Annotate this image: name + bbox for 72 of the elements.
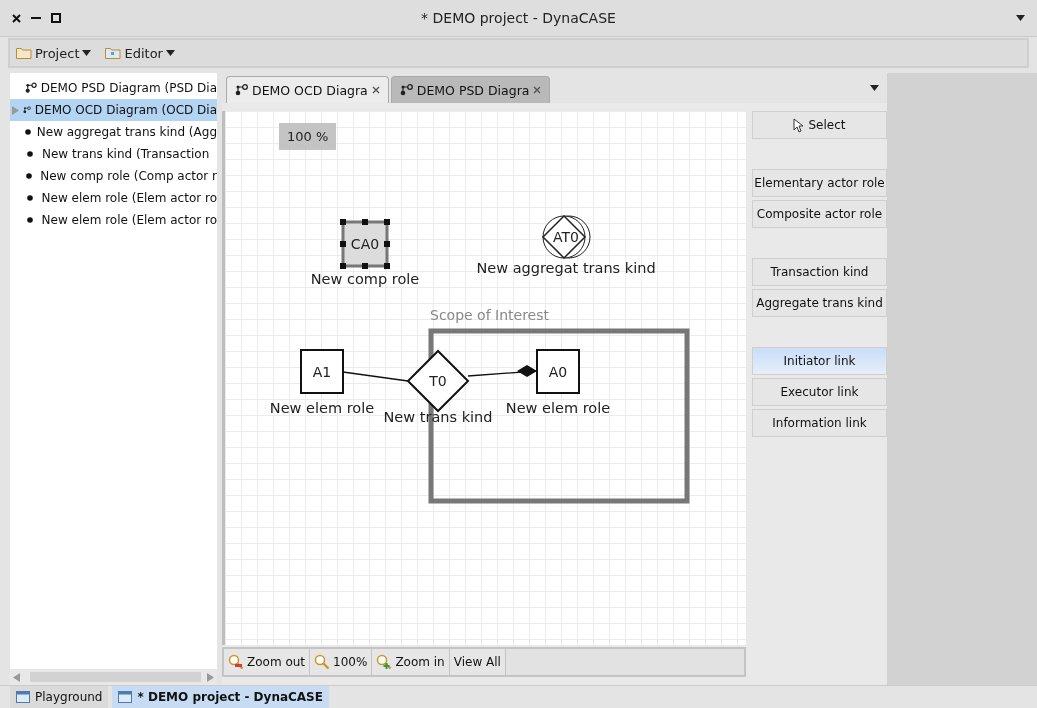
node-code: AT0	[553, 229, 579, 245]
taskbar-item[interactable]: Playground	[10, 686, 109, 708]
caret-icon	[165, 50, 175, 56]
node-code: CA0	[350, 236, 380, 252]
initiator-link[interactable]	[342, 371, 409, 382]
tree-item-label: New trans kind (Transaction	[42, 147, 210, 161]
cursor-icon	[793, 117, 805, 133]
palette-button[interactable]: Aggregate trans kind	[752, 289, 887, 317]
close-icon[interactable]	[12, 13, 21, 23]
diagram-icon	[235, 84, 248, 96]
caret-icon[interactable]	[1016, 15, 1025, 21]
node-code: T0	[429, 373, 447, 389]
aggregate-transaction-node[interactable]	[541, 214, 591, 260]
tree-item[interactable]: New elem role (Elem actor ro	[10, 187, 217, 209]
taskbar-item[interactable]: * DEMO project - DynaCASE	[112, 686, 329, 708]
window-title: * DEMO project - DynaCASE	[420, 10, 617, 26]
zoom-button[interactable]: Zoom in	[372, 649, 450, 675]
tree-item-label: DEMO PSD Diagram (PSD Dia	[40, 81, 217, 95]
tree-item-label: New elem role (Elem actor ro	[41, 191, 217, 205]
tree-item[interactable]: DEMO OCD Diagram (OCD Dia	[10, 99, 217, 121]
magnifier-icon	[314, 654, 331, 670]
close-icon[interactable]	[371, 86, 380, 94]
tree-item[interactable]: DEMO PSD Diagram (PSD Dia	[10, 77, 217, 99]
palette-button[interactable]: Information link	[752, 409, 887, 437]
palette-button[interactable]: Select	[752, 111, 887, 139]
node-name: New elem role	[505, 400, 611, 416]
actor-role-node[interactable]	[536, 349, 580, 394]
node-name: New comp role	[310, 271, 420, 287]
node-name: New elem role	[269, 400, 375, 416]
zoom-out-icon	[228, 654, 244, 670]
composite-role-node[interactable]	[340, 219, 390, 269]
tree-item-label: New aggregat trans kind (Agg	[36, 125, 217, 139]
tree-item[interactable]: New elem role (Elem actor ro	[10, 209, 217, 231]
diagram-icon	[23, 104, 31, 116]
minimize-icon[interactable]	[31, 16, 41, 20]
zoom-in-icon	[376, 654, 393, 670]
editor-tab[interactable]: DEMO OCD Diagra	[226, 76, 389, 103]
tree-item-label: New comp role (Comp actor r	[40, 169, 217, 183]
executor-link[interactable]	[467, 365, 538, 377]
zoom-level-label: 100 %	[279, 123, 337, 150]
node-code: A1	[312, 364, 332, 380]
palette-button[interactable]: Composite actor role	[752, 200, 887, 228]
diagram-icon	[399, 84, 413, 96]
menu-button[interactable]: Editor	[105, 45, 175, 61]
diagram-icon	[25, 82, 37, 94]
palette-button[interactable]: Transaction kind	[752, 258, 887, 286]
tree-item-label: DEMO OCD Diagram (OCD Dia	[34, 103, 217, 117]
maximize-icon[interactable]	[51, 13, 61, 23]
window-icon	[16, 691, 30, 703]
node-name: New aggregat trans kind	[476, 260, 656, 276]
window-icon	[118, 691, 133, 703]
tree-item[interactable]: New trans kind (Transaction	[10, 143, 217, 165]
zoom-button[interactable]: Zoom out	[224, 649, 311, 675]
caret-icon[interactable]	[870, 85, 879, 91]
zoom-button[interactable]: 100%	[310, 649, 373, 675]
tree-item-label: New elem role (Elem actor ro	[41, 213, 217, 227]
menu-button[interactable]: Project	[16, 45, 92, 61]
transaction-node[interactable]	[406, 349, 470, 413]
editor-tab[interactable]: DEMO PSD Diagra	[390, 76, 551, 103]
palette-button[interactable]: Executor link	[752, 378, 887, 406]
tree-item[interactable]: New aggregat trans kind (Agg	[10, 121, 217, 143]
bullet-icon	[23, 129, 33, 135]
caret-icon	[82, 50, 92, 56]
node-code: A0	[548, 364, 568, 380]
folder-icon	[16, 47, 32, 59]
actor-role-node[interactable]	[300, 349, 344, 394]
scope-label: Scope of Interest	[430, 307, 549, 323]
tree-item[interactable]: New comp role (Comp actor r	[10, 165, 217, 187]
folder-icon	[105, 47, 122, 59]
palette-button[interactable]: Initiator link	[752, 347, 887, 375]
palette-button[interactable]: Elementary actor role	[752, 169, 887, 197]
zoom-button[interactable]: View All	[449, 649, 506, 675]
